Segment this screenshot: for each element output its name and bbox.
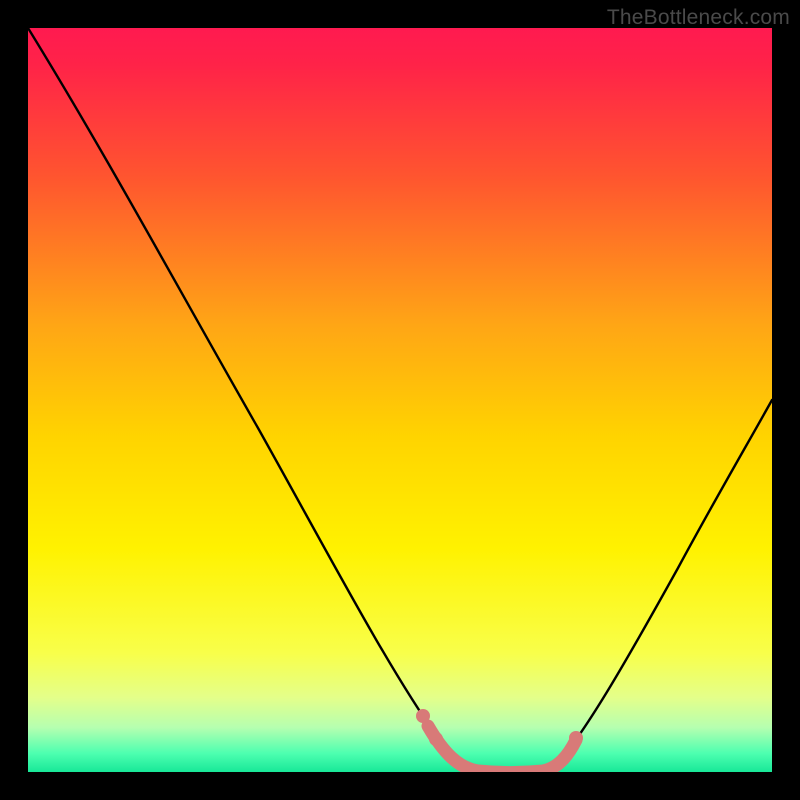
heat-gradient-background bbox=[28, 28, 772, 772]
chart-frame bbox=[28, 28, 772, 772]
watermark-text: TheBottleneck.com bbox=[607, 6, 790, 30]
